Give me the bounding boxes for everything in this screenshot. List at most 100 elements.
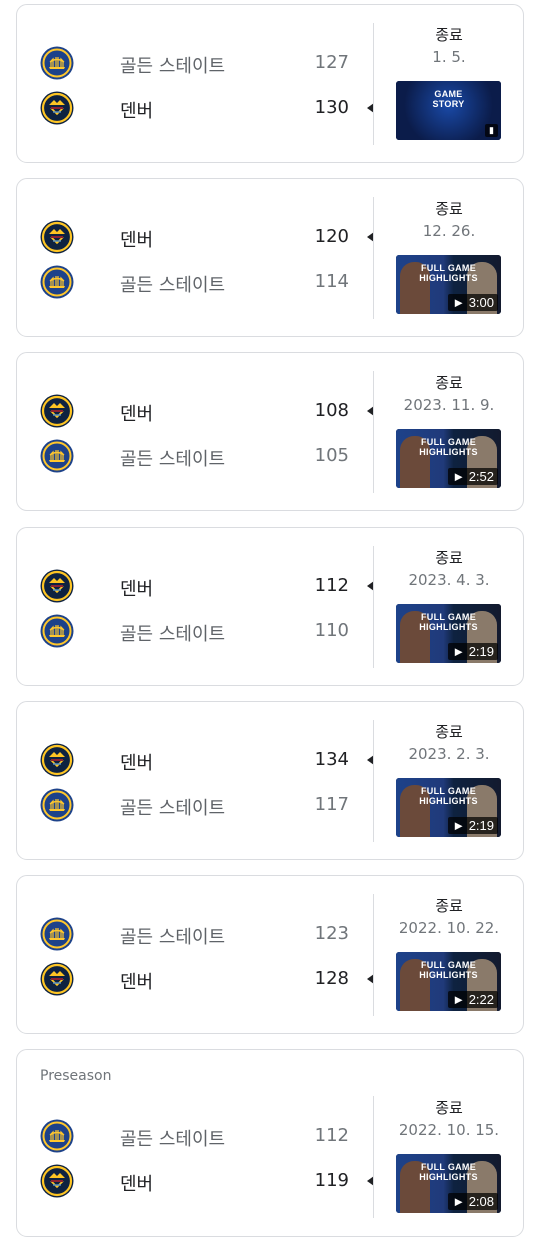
team-name[interactable]: 골든 스테이트 <box>120 794 225 820</box>
team-row: 골든 스테이트 114 <box>40 265 380 301</box>
game-card[interactable]: Preseason 골든 스테이트 112 덴버 119 종료 2022. 10. 15. F… <box>16 1049 524 1237</box>
warriors-logo-icon <box>40 614 74 648</box>
game-card[interactable]: 덴버 120 골든 스테이트 114 종료 12. 26. FULL GAME HIGHLI… <box>16 178 524 337</box>
team-row: 골든 스테이트 127 <box>40 46 380 82</box>
duration-text: 2:52 <box>468 469 494 484</box>
game-date: 2022. 10. 15. <box>398 1121 500 1139</box>
team-score: 119 <box>314 1170 349 1191</box>
highlight-video-thumbnail[interactable]: FULL GAME HIGHLIGHTS ► 2:19 <box>396 604 501 663</box>
team-score: 120 <box>314 226 349 247</box>
video-duration: ► 2:22 <box>448 991 498 1008</box>
thumbnail-title: FULL GAME HIGHLIGHTS <box>419 612 478 632</box>
team-score: 112 <box>314 1125 349 1146</box>
game-date: 2023. 2. 3. <box>408 745 490 763</box>
game-status: 종료 <box>435 549 463 567</box>
duration-text: 3:00 <box>468 295 494 310</box>
thumbnail-title: FULL GAME HIGHLIGHTS <box>419 1162 478 1182</box>
team-row: 골든 스테이트 110 <box>40 614 380 650</box>
team-row: 덴버 108 <box>40 394 380 430</box>
video-duration: ► 2:08 <box>448 1193 498 1210</box>
team-row: 골든 스테이트 117 <box>40 788 380 824</box>
game-date: 2023. 11. 9. <box>403 396 495 414</box>
highlight-video-thumbnail[interactable]: FULL GAME HIGHLIGHTS ► 3:00 <box>396 255 501 314</box>
team-row: 덴버 120 <box>40 220 380 256</box>
team-name[interactable]: 골든 스테이트 <box>120 271 225 297</box>
warriors-logo-icon <box>40 46 74 80</box>
team-name[interactable]: 덴버 <box>120 400 153 426</box>
team-row: 덴버 119 <box>40 1164 380 1200</box>
game-card[interactable]: 골든 스테이트 127 덴버 130 종료 1. 5. GAME STORY ▮ <box>16 4 524 163</box>
team-name[interactable]: 덴버 <box>120 1170 153 1196</box>
game-type-label: Preseason <box>40 1068 112 1084</box>
nuggets-logo-icon <box>40 743 74 777</box>
game-status: 종료 <box>435 723 463 741</box>
team-row: 덴버 112 <box>40 569 380 605</box>
game-date: 1. 5. <box>432 48 466 66</box>
team-score: 123 <box>314 923 349 944</box>
team-score: 105 <box>314 445 349 466</box>
warriors-logo-icon <box>40 1119 74 1153</box>
nuggets-logo-icon <box>40 1164 74 1198</box>
team-row: 덴버 128 <box>40 962 380 998</box>
play-icon: ► <box>452 818 469 833</box>
game-card[interactable]: 골든 스테이트 123 덴버 128 종료 2022. 10. 22. FULL GAME … <box>16 875 524 1034</box>
team-row: 골든 스테이트 112 <box>40 1119 380 1155</box>
team-name[interactable]: 골든 스테이트 <box>120 445 225 471</box>
highlight-video-thumbnail[interactable]: FULL GAME HIGHLIGHTS ► 2:52 <box>396 429 501 488</box>
duration-text: 2:19 <box>468 644 494 659</box>
game-card[interactable]: 덴버 134 골든 스테이트 117 종료 2023. 2. 3. FULL GAME HI… <box>16 701 524 860</box>
nuggets-logo-icon <box>40 569 74 603</box>
team-name[interactable]: 덴버 <box>120 968 153 994</box>
play-icon: ► <box>452 644 469 659</box>
team-row: 덴버 134 <box>40 743 380 779</box>
team-score: 110 <box>314 620 349 641</box>
duration-text: 2:22 <box>468 992 494 1007</box>
thumbnail-title: GAME STORY <box>432 89 465 109</box>
video-duration: ► 2:52 <box>448 468 498 485</box>
warriors-logo-icon <box>40 917 74 951</box>
warriors-logo-icon <box>40 265 74 299</box>
game-status: 종료 <box>435 26 463 44</box>
team-name[interactable]: 골든 스테이트 <box>120 923 225 949</box>
thumbnail-title: FULL GAME HIGHLIGHTS <box>419 786 478 806</box>
thumbnail-title: FULL GAME HIGHLIGHTS <box>419 960 478 980</box>
thumbnail-title: FULL GAME HIGHLIGHTS <box>419 437 478 457</box>
highlight-video-thumbnail[interactable]: FULL GAME HIGHLIGHTS ► 2:19 <box>396 778 501 837</box>
team-name[interactable]: 덴버 <box>120 226 153 252</box>
game-card[interactable]: 덴버 108 골든 스테이트 105 종료 2023. 11. 9. FULL GAME H… <box>16 352 524 511</box>
game-date: 12. 26. <box>422 222 476 240</box>
video-icon: ▮ <box>485 124 498 137</box>
duration-text: 2:19 <box>468 818 494 833</box>
video-duration: ► 2:19 <box>448 643 498 660</box>
game-status: 종료 <box>435 374 463 392</box>
game-date: 2022. 10. 22. <box>398 919 500 937</box>
team-score: 117 <box>314 794 349 815</box>
team-name[interactable]: 골든 스테이트 <box>120 52 225 78</box>
game-date: 2023. 4. 3. <box>408 571 490 589</box>
team-score: 130 <box>314 97 349 118</box>
team-name[interactable]: 덴버 <box>120 97 153 123</box>
play-icon: ► <box>452 469 469 484</box>
play-icon: ► <box>452 1194 469 1209</box>
highlight-video-thumbnail[interactable]: GAME STORY ▮ <box>396 81 501 140</box>
game-status: 종료 <box>435 1099 463 1117</box>
highlight-video-thumbnail[interactable]: FULL GAME HIGHLIGHTS ► 2:22 <box>396 952 501 1011</box>
video-duration: ► 2:19 <box>448 817 498 834</box>
nuggets-logo-icon <box>40 220 74 254</box>
team-name[interactable]: 골든 스테이트 <box>120 620 225 646</box>
game-status: 종료 <box>435 897 463 915</box>
game-status: 종료 <box>435 200 463 218</box>
team-name[interactable]: 골든 스테이트 <box>120 1125 225 1151</box>
team-score: 127 <box>314 52 349 73</box>
team-score: 112 <box>314 575 349 596</box>
duration-text: 2:08 <box>468 1194 494 1209</box>
game-card[interactable]: 덴버 112 골든 스테이트 110 종료 2023. 4. 3. FULL GAME HI… <box>16 527 524 686</box>
team-row: 골든 스테이트 123 <box>40 917 380 953</box>
team-name[interactable]: 덴버 <box>120 575 153 601</box>
play-icon: ► <box>452 992 469 1007</box>
video-duration: ► 3:00 <box>448 294 498 311</box>
highlight-video-thumbnail[interactable]: FULL GAME HIGHLIGHTS ► 2:08 <box>396 1154 501 1213</box>
thumbnail-title: FULL GAME HIGHLIGHTS <box>419 263 478 283</box>
team-name[interactable]: 덴버 <box>120 749 153 775</box>
warriors-logo-icon <box>40 788 74 822</box>
